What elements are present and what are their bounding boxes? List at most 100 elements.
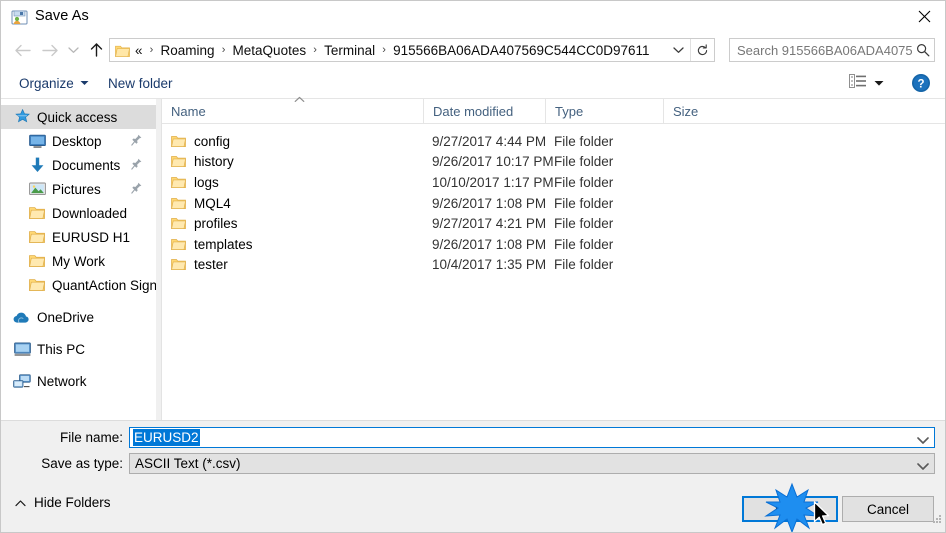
breadcrumb-item-terminal[interactable]: Terminal: [323, 43, 376, 58]
forward-button[interactable]: [37, 33, 63, 67]
change-view-button[interactable]: [849, 71, 884, 95]
file-name-value: EURUSD2: [133, 429, 200, 446]
breadcrumb-item-metaquotes[interactable]: MetaQuotes: [232, 43, 308, 58]
file-name-cell: profiles: [171, 216, 238, 231]
chevron-down-icon: [874, 74, 884, 92]
save-as-type-chevron-down-icon[interactable]: [917, 458, 929, 476]
sidebar-item-documents[interactable]: Documents: [1, 153, 156, 177]
star-icon: [13, 108, 31, 126]
type-cell: File folder: [554, 236, 614, 252]
sidebar-item-eurusd-h1[interactable]: EURUSD H1: [1, 225, 156, 249]
search-placeholder: Search 915566BA06ADA40756...: [737, 42, 912, 58]
table-row[interactable]: tester 10/4/2017 1:35 PM File folder: [162, 255, 945, 276]
type-cell: File folder: [554, 133, 614, 149]
column-header-label: Type: [555, 103, 584, 119]
command-bar: Organize New folder ?: [1, 67, 945, 99]
file-name-cell: tester: [171, 257, 228, 272]
save-as-type-label: Save as type:: [41, 456, 123, 471]
sidebar-item-network[interactable]: Network: [1, 369, 156, 393]
file-name-cell: config: [171, 134, 230, 149]
pin-icon[interactable]: [131, 134, 142, 149]
column-header-label: Name: [171, 103, 206, 119]
table-row[interactable]: history 9/26/2017 10:17 PM File folder: [162, 152, 945, 173]
refresh-icon[interactable]: [690, 39, 714, 61]
computer-icon: [13, 340, 31, 358]
date-modified-cell: 9/26/2017 1:08 PM: [432, 195, 547, 211]
sidebar-item-my-work[interactable]: My Work: [1, 249, 156, 273]
column-header-size[interactable]: Size: [663, 99, 745, 123]
folder-icon: [28, 204, 46, 222]
type-cell: File folder: [554, 174, 614, 190]
folder-icon: [171, 135, 186, 148]
hide-folders-button[interactable]: Hide Folders: [15, 491, 111, 513]
pin-icon[interactable]: [131, 182, 142, 197]
folder-icon: [115, 44, 130, 57]
search-icon[interactable]: [912, 43, 934, 57]
sidebar-item-this-pc[interactable]: This PC: [1, 337, 156, 361]
sidebar-item-pictures[interactable]: Pictures: [1, 177, 156, 201]
file-name-text: history: [194, 154, 234, 170]
date-modified-cell: 9/26/2017 1:08 PM: [432, 236, 547, 252]
column-header-type[interactable]: Type: [545, 99, 663, 123]
save-button[interactable]: Save: [742, 496, 838, 522]
folder-icon: [171, 217, 186, 230]
cancel-button[interactable]: Cancel: [842, 496, 934, 522]
close-button[interactable]: [901, 1, 945, 32]
cancel-button-label: Cancel: [866, 501, 910, 517]
file-name-cell: logs: [171, 175, 219, 190]
address-bar[interactable]: « › Roaming › MetaQuotes › Terminal › 91…: [109, 38, 715, 62]
list-view-icon: [849, 73, 867, 93]
sidebar-item-downloaded[interactable]: Downloaded: [1, 201, 156, 225]
breadcrumb[interactable]: « › Roaming › MetaQuotes › Terminal › 91…: [134, 43, 666, 58]
sidebar-item-label: Desktop: [52, 133, 102, 149]
resize-grip[interactable]: [931, 513, 944, 531]
table-row[interactable]: templates 9/26/2017 1:08 PM File folder: [162, 234, 945, 255]
sidebar-item-quick-access[interactable]: Quick access: [1, 105, 156, 129]
type-cell: File folder: [554, 154, 614, 170]
folder-icon: [171, 238, 186, 251]
desktop-icon: [28, 132, 46, 150]
save-form: File name: EURUSD2 Save as type: ASCII T…: [1, 420, 945, 488]
save-button-label: Save: [774, 501, 806, 517]
chevron-up-icon: [15, 495, 26, 510]
table-row[interactable]: config 9/27/2017 4:44 PM File folder: [162, 131, 945, 152]
sidebar-item-label: My Work: [52, 253, 105, 269]
sidebar-item-onedrive[interactable]: OneDrive: [1, 305, 156, 329]
sidebar-item-label: Quick access: [37, 109, 118, 125]
folder-icon: [28, 252, 46, 270]
breadcrumb-item-roaming[interactable]: Roaming: [160, 43, 216, 58]
sidebar-item-label: EURUSD H1: [52, 229, 131, 245]
back-button[interactable]: [9, 33, 35, 67]
search-input[interactable]: Search 915566BA06ADA40756...: [729, 38, 935, 62]
save-as-type-select[interactable]: ASCII Text (*.csv): [129, 453, 935, 474]
up-one-level-button[interactable]: [83, 33, 109, 67]
breadcrumb-separator: ›: [313, 44, 317, 56]
sidebar-item-label: OneDrive: [37, 309, 95, 325]
table-row[interactable]: profiles 9/27/2017 4:21 PM File folder: [162, 213, 945, 234]
save-as-type-value: ASCII Text (*.csv): [135, 456, 241, 471]
breadcrumb-prefix[interactable]: «: [134, 43, 144, 58]
address-dropdown-chevron-down-icon[interactable]: [666, 39, 690, 61]
file-name-input[interactable]: EURUSD2: [129, 427, 935, 448]
pin-icon[interactable]: [131, 158, 142, 173]
column-header-date-modified[interactable]: Date modified: [423, 99, 545, 123]
help-icon[interactable]: ?: [911, 73, 931, 93]
date-modified-cell: 10/10/2017 1:17 PM: [432, 174, 554, 190]
file-name-chevron-down-icon[interactable]: [917, 432, 929, 450]
new-folder-button[interactable]: New folder: [104, 71, 177, 95]
sidebar-item-desktop[interactable]: Desktop: [1, 129, 156, 153]
folder-icon: [171, 197, 186, 210]
navigation-pane: Quick access Desktop Documents Pictures Down…: [1, 99, 156, 420]
table-row[interactable]: logs 10/10/2017 1:17 PM File folder: [162, 172, 945, 193]
breadcrumb-item-terminal-id[interactable]: 915566BA06ADA407569C544CC0D97611: [392, 43, 650, 58]
organize-button[interactable]: Organize: [15, 71, 93, 95]
sidebar-item-quantaction-signal[interactable]: QuantAction Signal: [1, 273, 156, 297]
chevron-down-icon: [80, 78, 89, 89]
recent-locations-button[interactable]: [63, 33, 83, 67]
folder-icon: [171, 155, 186, 168]
folder-icon: [171, 258, 186, 271]
column-header-row: Name Date modified Type Size: [162, 96, 945, 124]
column-header-name[interactable]: Name: [162, 96, 423, 123]
breadcrumb-separator: ›: [382, 44, 386, 56]
table-row[interactable]: MQL4 9/26/2017 1:08 PM File folder: [162, 193, 945, 214]
